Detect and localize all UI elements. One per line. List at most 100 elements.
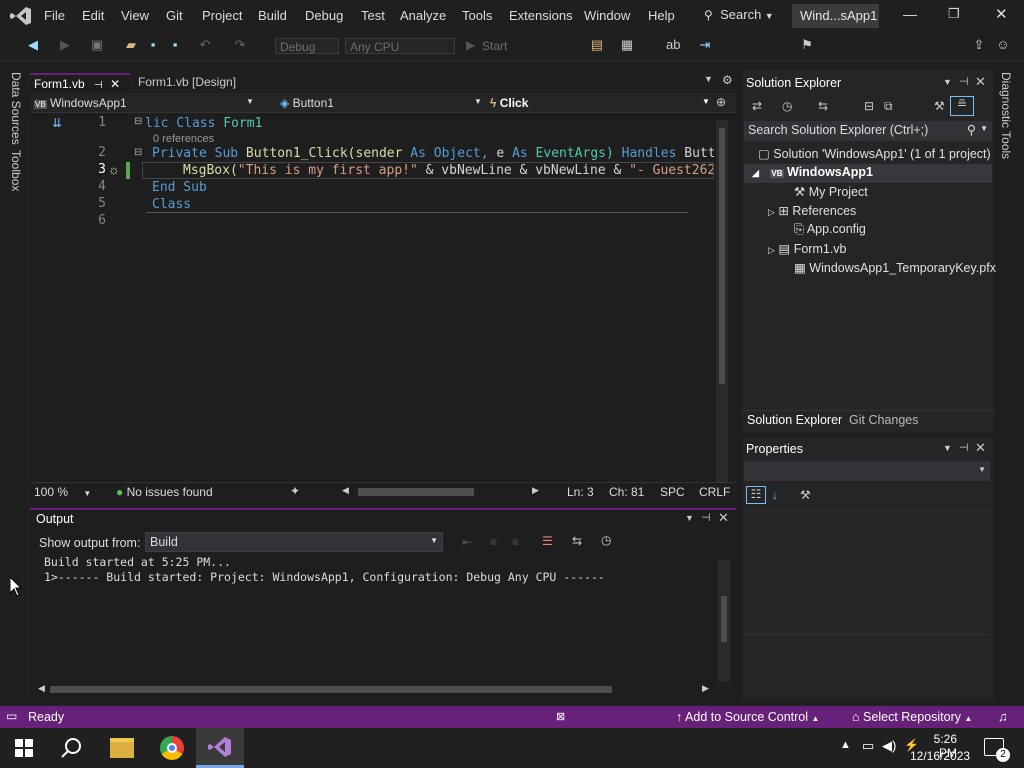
undo-icon[interactable]: ↶ [198, 38, 212, 52]
output-close-icon[interactable]: ✕ [718, 510, 729, 526]
close-tab-icon[interactable]: ✕ [110, 77, 120, 91]
menu-help[interactable]: Help [648, 8, 675, 23]
start-label[interactable]: Start [482, 39, 507, 53]
tree-item-form1[interactable]: ▷ ▤ Form1.vb [768, 241, 847, 256]
clear-all-icon[interactable]: ☰ [542, 534, 553, 548]
restore-icon[interactable]: ❐ [948, 6, 960, 22]
build-indicator-icon[interactable]: ⊠ [556, 710, 565, 723]
new-project-icon[interactable]: ▣ [90, 38, 104, 52]
search-button[interactable]: ⚲ Search ▼ [704, 7, 774, 25]
show-all-files-icon[interactable]: ⧉ [884, 99, 893, 114]
tab-solution-explorer[interactable]: Solution Explorer [747, 413, 842, 427]
references-codelens[interactable]: 0 references [153, 133, 214, 145]
tray-chevron-icon[interactable]: ▲ [840, 739, 851, 751]
feedback-icon[interactable]: ☺ [996, 38, 1010, 52]
tab-overflow-icon[interactable]: ▼ [704, 74, 713, 84]
tree-item-app-config[interactable]: ⎘ App.config [794, 222, 866, 237]
platform-dropdown[interactable]: Any CPU [345, 38, 455, 54]
code-line-5[interactable]: Class [152, 196, 191, 213]
menu-extensions[interactable]: Extensions [509, 8, 573, 23]
clock-icon[interactable]: ◷ [601, 533, 611, 547]
save-icon[interactable]: ▪ [146, 38, 160, 52]
data-sources-tab[interactable]: Data Sources [9, 72, 23, 145]
lightbulb-icon[interactable]: ☼ [108, 162, 120, 177]
props-pin-icon[interactable]: ⊣ [959, 441, 969, 454]
collapse-icon[interactable]: ⊟ [134, 147, 142, 158]
code-line-3[interactable]: MsgBox("This is my first app!" & vbNewLi… [183, 162, 713, 179]
menu-edit[interactable]: Edit [82, 8, 104, 23]
back-icon[interactable]: ◀ [26, 38, 40, 52]
categorized-icon[interactable]: ☷ [746, 486, 766, 504]
windows-start-icon[interactable] [15, 739, 33, 757]
history-icon[interactable]: ◷ [782, 99, 792, 113]
props-close-icon[interactable]: ✕ [975, 440, 986, 456]
line-ending-indicator[interactable]: CRLF [699, 485, 730, 499]
tab-git-changes[interactable]: Git Changes [849, 413, 918, 427]
output-source-dropdown[interactable]: Build ▼ [145, 532, 443, 552]
clock-date[interactable]: 12/16/2023 [910, 749, 970, 763]
redo-icon[interactable]: ↷ [233, 38, 247, 52]
close-icon[interactable]: ✕ [995, 5, 1008, 23]
alphabetical-icon[interactable]: ↓ [772, 488, 778, 502]
network-icon[interactable]: ▭ [862, 738, 874, 754]
menu-test[interactable]: Test [361, 8, 385, 23]
output-horizontal-scrollbar[interactable]: ◀ ▶ [38, 683, 710, 696]
se-close-icon[interactable]: ✕ [975, 74, 986, 90]
bell-icon[interactable]: ♫ [998, 709, 1008, 724]
taskbar-search-icon[interactable] [60, 737, 84, 759]
tree-item-references[interactable]: ▷ ⊞ References [768, 203, 856, 218]
column-indicator[interactable]: Ch: 81 [609, 485, 644, 499]
event-dropdown[interactable]: ϟ Click ▼ [490, 96, 710, 112]
toolbox-tab[interactable]: Toolbox [9, 150, 23, 191]
se-pin-icon[interactable]: ⊣ [959, 75, 969, 88]
next-message-icon[interactable]: ≡ [512, 535, 519, 549]
chrome-icon[interactable] [160, 736, 184, 760]
preview-icon[interactable]: ≞ [950, 96, 974, 116]
play-icon[interactable]: ▶ [466, 38, 475, 52]
object-selector-dropdown[interactable]: ▼ [744, 461, 990, 481]
indent-icon[interactable]: ⇥ [698, 38, 712, 52]
code-line-2[interactable]: Private Sub Button1_Click(sender As Obje… [152, 145, 714, 162]
config-dropdown[interactable]: Debug [275, 38, 339, 54]
code-line-4[interactable]: End Sub [152, 179, 207, 196]
menu-analyze[interactable]: Analyze [400, 8, 446, 23]
settings-gear-icon[interactable]: ⚙ [722, 73, 733, 87]
split-icon[interactable]: ⊕ [716, 95, 726, 109]
menu-build[interactable]: Build [258, 8, 287, 23]
scroll-left-icon[interactable]: ◀ [342, 485, 349, 496]
word-wrap-icon[interactable]: ⇆ [572, 534, 582, 548]
minimize-icon[interactable]: — [903, 6, 917, 22]
collapse-icon[interactable]: ⊟ [134, 116, 142, 127]
add-to-source-control-button[interactable]: ↑ Add to Source Control ▲ [676, 710, 819, 724]
diagnostic-tools-tab[interactable]: Diagnostic Tools [999, 72, 1013, 159]
open-folder-icon[interactable]: ▰ [124, 38, 138, 52]
spell-icon[interactable]: ab [666, 38, 680, 52]
zoom-dropdown[interactable]: 100 % ▼ [34, 485, 91, 499]
tab-form1-design[interactable]: Form1.vb [Design] [134, 73, 248, 92]
share-icon[interactable]: ⇪ [972, 38, 986, 52]
volume-icon[interactable]: ◀) [882, 738, 896, 754]
whitespace-indicator[interactable]: SPC [660, 485, 685, 499]
notification-icon[interactable]: ▭ [6, 709, 17, 723]
menu-git[interactable]: Git [166, 8, 183, 23]
file-explorer-icon[interactable] [110, 738, 134, 758]
menu-tools[interactable]: Tools [462, 8, 492, 23]
tree-item-my-project[interactable]: ⚒ My Project [794, 184, 868, 199]
code-lens-icon[interactable]: ⇊ [52, 116, 62, 130]
editor-vertical-scrollbar[interactable] [716, 120, 728, 482]
collapse-all-icon[interactable]: ⊟ [864, 99, 874, 113]
tree-item-pfx[interactable]: ▦ WindowsApp1_TemporaryKey.pfx [794, 260, 996, 275]
se-dropdown-icon[interactable]: ▼ [943, 77, 952, 87]
properties-wrench-icon[interactable]: ⚒ [934, 99, 945, 113]
sync-icon[interactable]: ⇄ [752, 99, 762, 113]
line-indicator[interactable]: Ln: 3 [567, 485, 594, 499]
scroll-right-icon[interactable]: ▶ [532, 485, 539, 496]
pin-icon[interactable]: ⊣ [94, 80, 103, 91]
visual-studio-taskbar-button[interactable] [196, 728, 244, 768]
layout-icon[interactable]: ▦ [620, 38, 634, 52]
folder-icon[interactable]: ▤ [590, 38, 604, 52]
forward-icon[interactable]: ▶ [58, 38, 72, 52]
se-search-input[interactable]: Search Solution Explorer (Ctrl+;) ⚲ ▼ [744, 121, 992, 141]
goto-message-icon[interactable]: ⇤ [462, 535, 472, 549]
menu-project[interactable]: Project [202, 8, 242, 23]
